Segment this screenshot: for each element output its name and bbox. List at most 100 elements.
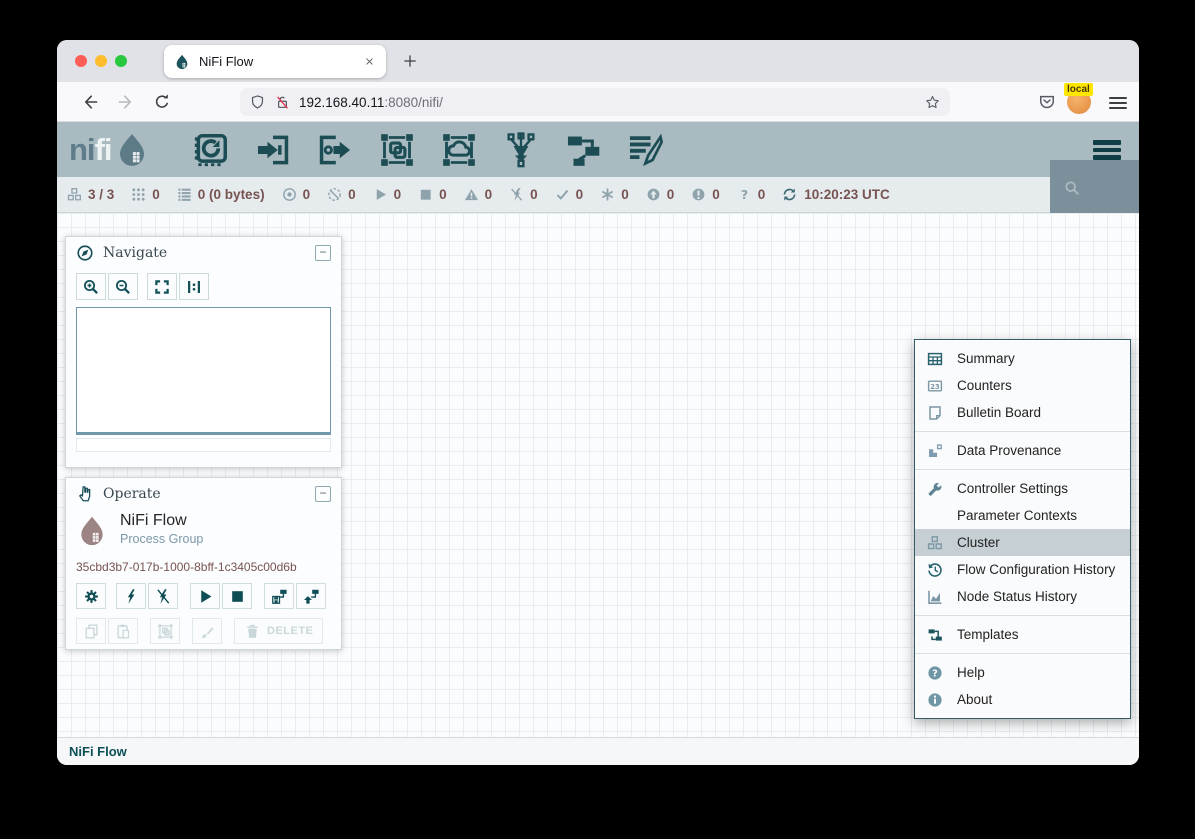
- menu-item-about[interactable]: About: [915, 686, 1130, 713]
- delete-button[interactable]: DELETE: [234, 618, 323, 644]
- funnel-toolbar-button[interactable]: [502, 131, 540, 169]
- fill-color-button[interactable]: [192, 618, 222, 644]
- menu-item-label: Parameter Contexts: [957, 508, 1077, 523]
- status-invalid-count: 0: [485, 187, 493, 202]
- flow-canvas[interactable]: Navigate − Operate − NiFi Flow Process G…: [57, 213, 1139, 737]
- processor-icon: [192, 156, 230, 173]
- process-group-icon: [378, 156, 416, 173]
- zoom-in-button[interactable]: [76, 273, 106, 300]
- trash-icon: [244, 623, 261, 640]
- browser-menu-button[interactable]: [1109, 94, 1127, 112]
- menu-item-node-status-history[interactable]: Node Status History: [915, 583, 1130, 610]
- menu-item-parameter-contexts[interactable]: Parameter Contexts: [915, 502, 1130, 529]
- menu-item-spacer: [927, 508, 945, 524]
- stop-button[interactable]: [222, 583, 252, 609]
- operate-panel-header: Operate −: [66, 478, 341, 510]
- paste-button[interactable]: [108, 618, 138, 644]
- new-tab-button[interactable]: [401, 52, 419, 70]
- shield-icon[interactable]: [249, 94, 266, 111]
- zoom-actual-button[interactable]: [179, 273, 209, 300]
- refresh-control[interactable]: 10:20:23 UTC: [782, 187, 890, 202]
- output-port-toolbar-button[interactable]: [316, 131, 354, 169]
- group-button[interactable]: [150, 618, 180, 644]
- menu-item-flow-configuration-history[interactable]: Flow Configuration History: [915, 556, 1130, 583]
- menu-item-help[interactable]: ?Help: [915, 659, 1130, 686]
- save-template-button[interactable]: [264, 583, 294, 609]
- breadcrumb-root-link[interactable]: NiFi Flow: [69, 744, 127, 759]
- tab-close-icon[interactable]: [363, 55, 376, 68]
- insecure-lock-icon[interactable]: [274, 94, 291, 111]
- up-to-date-icon: [555, 187, 570, 202]
- invalid-icon: [464, 187, 479, 202]
- url-host: 192.168.40.11: [299, 95, 384, 110]
- back-button[interactable]: [80, 92, 100, 112]
- copy-button[interactable]: [76, 618, 106, 644]
- label-icon: [626, 156, 664, 173]
- start-button[interactable]: [190, 583, 220, 609]
- status-disabled-count: 0: [530, 187, 538, 202]
- status-running-count: 0: [394, 187, 402, 202]
- process-group-toolbar-button[interactable]: [378, 131, 416, 169]
- menu-item-label: About: [957, 692, 992, 707]
- funnel-icon: [502, 156, 540, 173]
- status-cluster-count: 3 / 3: [88, 187, 114, 202]
- node-status-history-icon: [927, 589, 945, 605]
- bookmark-star-icon[interactable]: [924, 94, 941, 111]
- birdseye-map[interactable]: [76, 307, 331, 435]
- reload-button[interactable]: [152, 92, 172, 112]
- hand-icon: [76, 485, 94, 503]
- browser-window: NiFi Flow 192.168.40.11:8080/nifi/ local…: [57, 40, 1139, 765]
- remote-process-group-toolbar-button[interactable]: [440, 131, 478, 169]
- template-toolbar-button[interactable]: [564, 131, 602, 169]
- menu-item-cluster[interactable]: Cluster: [915, 529, 1130, 556]
- nifi-logo: nifi: [69, 132, 150, 168]
- navigate-collapse-button[interactable]: −: [315, 245, 331, 261]
- menu-item-controller-settings[interactable]: Controller Settings: [915, 475, 1130, 502]
- browser-tab[interactable]: NiFi Flow: [164, 45, 386, 78]
- browser-navbar: 192.168.40.11:8080/nifi/ local: [57, 82, 1139, 122]
- status-search-area[interactable]: [1050, 160, 1139, 213]
- running-icon: [373, 187, 388, 202]
- cluster-icon: [67, 187, 82, 202]
- maximize-window-button[interactable]: [115, 55, 127, 67]
- status-transmitting-count: 0: [303, 187, 311, 202]
- forward-button[interactable]: [116, 92, 136, 112]
- menu-item-counters[interactable]: 23Counters: [915, 372, 1130, 399]
- close-window-button[interactable]: [75, 55, 87, 67]
- zoom-out-button[interactable]: [108, 273, 138, 300]
- menu-divider: [915, 653, 1130, 654]
- nifi-header: nifi: [57, 122, 1139, 177]
- enable-button[interactable]: [116, 583, 146, 609]
- refresh-icon: [782, 187, 797, 202]
- birdseye-brush[interactable]: [76, 438, 331, 452]
- upload-template-icon: [303, 588, 320, 605]
- input-port-toolbar-button[interactable]: [254, 131, 292, 169]
- upload-template-button[interactable]: [296, 583, 326, 609]
- search-icon: [1064, 180, 1080, 196]
- zoom-fit-button[interactable]: [147, 273, 177, 300]
- status-running: 0: [373, 187, 402, 202]
- flow-id: 35cbd3b7-017b-1000-8bff-1c3405c00d6b: [66, 560, 341, 574]
- url-bar[interactable]: 192.168.40.11:8080/nifi/: [240, 88, 950, 116]
- zoom-fit-icon: [153, 278, 171, 296]
- menu-item-bulletin-board[interactable]: Bulletin Board: [915, 399, 1130, 426]
- zoom-in-icon: [82, 278, 100, 296]
- pocket-icon[interactable]: [1037, 92, 1057, 112]
- minimize-window-button[interactable]: [95, 55, 107, 67]
- bulletin-board-icon: [927, 405, 945, 421]
- operate-collapse-button[interactable]: −: [315, 486, 331, 502]
- remote-process-group-icon: [440, 156, 478, 173]
- menu-item-data-provenance[interactable]: Data Provenance: [915, 437, 1130, 464]
- status-stale-count: 0: [667, 187, 675, 202]
- processor-toolbar-button[interactable]: [192, 131, 230, 169]
- menu-item-templates[interactable]: Templates: [915, 621, 1130, 648]
- disable-button[interactable]: [148, 583, 178, 609]
- menu-item-summary[interactable]: Summary: [915, 345, 1130, 372]
- profile-avatar[interactable]: local: [1067, 90, 1091, 114]
- output-port-icon: [316, 156, 354, 173]
- configuration-button[interactable]: [76, 583, 106, 609]
- label-toolbar-button[interactable]: [626, 131, 664, 169]
- navigate-panel-title: Navigate: [103, 245, 167, 261]
- global-menu-button[interactable]: [1093, 137, 1121, 163]
- navigate-buttons: [76, 273, 341, 300]
